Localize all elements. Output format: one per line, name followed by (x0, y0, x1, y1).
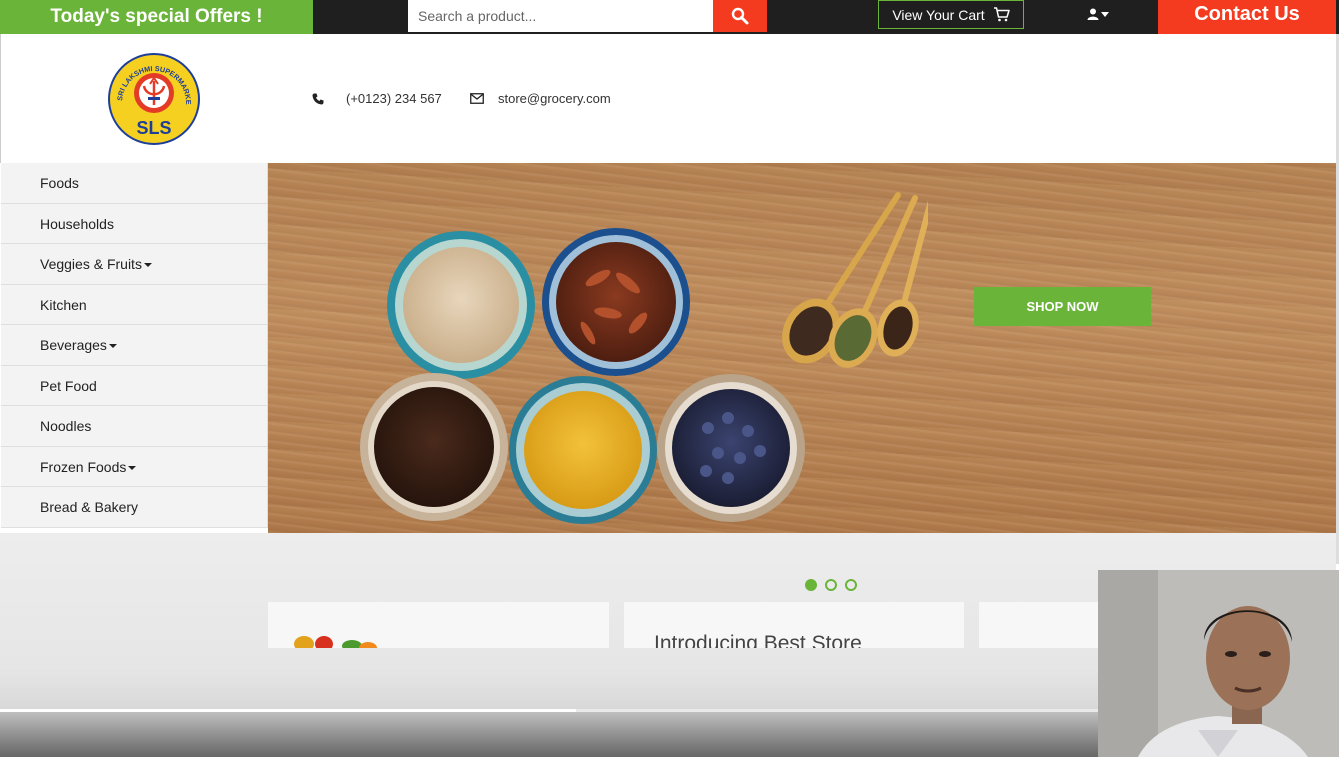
sidebar-item-label: Frozen Foods (40, 458, 127, 475)
carousel-pagination (805, 579, 857, 591)
carousel-dot[interactable] (805, 579, 817, 591)
special-offers-banner[interactable]: Today's special Offers ! (0, 0, 313, 34)
carousel-dot[interactable] (825, 579, 837, 591)
presenter-video (1098, 570, 1339, 757)
envelope-icon (470, 93, 484, 104)
view-cart-label: View Your Cart (892, 6, 985, 23)
category-sidebar: Foods Households Veggies & Fruits Kitche… (1, 163, 268, 528)
sidebar-item-label: Bread & Bakery (40, 499, 139, 515)
sidebar-item-label: Foods (40, 175, 79, 191)
sidebar-item-label: Beverages (40, 337, 107, 353)
sidebar-item-label: Pet Food (40, 377, 97, 394)
phone-number: (+0123) 234 567 (346, 91, 442, 106)
search-button[interactable] (713, 0, 767, 32)
chevron-down-icon (1101, 11, 1109, 17)
card-heading: Introducing Best Store (654, 632, 862, 648)
sidebar-item-frozen-foods[interactable]: Frozen Foods (1, 446, 268, 487)
promo-card[interactable] (268, 602, 609, 648)
sidebar-item-foods[interactable]: Foods (1, 163, 268, 204)
sidebar-item-pet-food[interactable]: Pet Food (1, 365, 268, 406)
sidebar-item-label: Noodles (40, 418, 92, 434)
search-icon (731, 7, 749, 25)
sidebar-item-label: Veggies & Fruits (40, 256, 142, 272)
sidebar-item-label: Kitchen (40, 296, 87, 313)
phone-contact: (+0123) 234 567 (312, 91, 442, 106)
page: Today's special Offers ! View Your Cart … (0, 0, 1339, 757)
top-bar: Today's special Offers ! View Your Cart … (0, 0, 1339, 34)
sidebar-item-noodles[interactable]: Noodles (1, 406, 268, 447)
sidebar-item-label: Households (40, 215, 114, 232)
email-contact: store@grocery.com (470, 91, 611, 106)
webcam-overlay (1098, 570, 1339, 757)
sidebar-item-bread-bakery[interactable]: Bread & Bakery (1, 487, 268, 528)
header: SRI LAKSHMI SUPERMARKET SLS (+0123) 234 … (0, 34, 1336, 163)
caret-down-icon (143, 263, 152, 268)
promo-card[interactable] (979, 602, 1098, 648)
sidebar-item-veggies-fruits[interactable]: Veggies & Fruits (1, 244, 268, 285)
shop-now-button[interactable]: SHOP NOW (974, 287, 1151, 326)
hero-banner: SHOP NOW (268, 163, 1336, 533)
caret-down-icon (108, 344, 117, 349)
view-cart-button[interactable]: View Your Cart (878, 0, 1024, 29)
store-logo[interactable]: SRI LAKSHMI SUPERMARKET SLS (106, 46, 200, 145)
user-account-dropdown[interactable] (1084, 4, 1112, 24)
contact-us-button[interactable]: Contact Us (1158, 0, 1336, 34)
sidebar-item-households[interactable]: Households (1, 203, 268, 244)
cart-icon (993, 7, 1010, 22)
user-icon (1087, 8, 1099, 20)
sidebar-item-kitchen[interactable]: Kitchen (1, 284, 268, 325)
promo-card[interactable]: Introducing Best Store (624, 602, 964, 648)
vegetables-image (294, 636, 377, 648)
sidebar-item-beverages[interactable]: Beverages (1, 325, 268, 366)
spice-bowls-image (360, 192, 928, 524)
phone-icon (312, 93, 324, 104)
caret-down-icon (128, 465, 137, 470)
carousel-dot[interactable] (845, 579, 857, 591)
video-progress-fill (0, 709, 576, 712)
email-address[interactable]: store@grocery.com (498, 91, 611, 106)
logo-text: SLS (136, 118, 171, 138)
search-input[interactable] (408, 0, 713, 32)
